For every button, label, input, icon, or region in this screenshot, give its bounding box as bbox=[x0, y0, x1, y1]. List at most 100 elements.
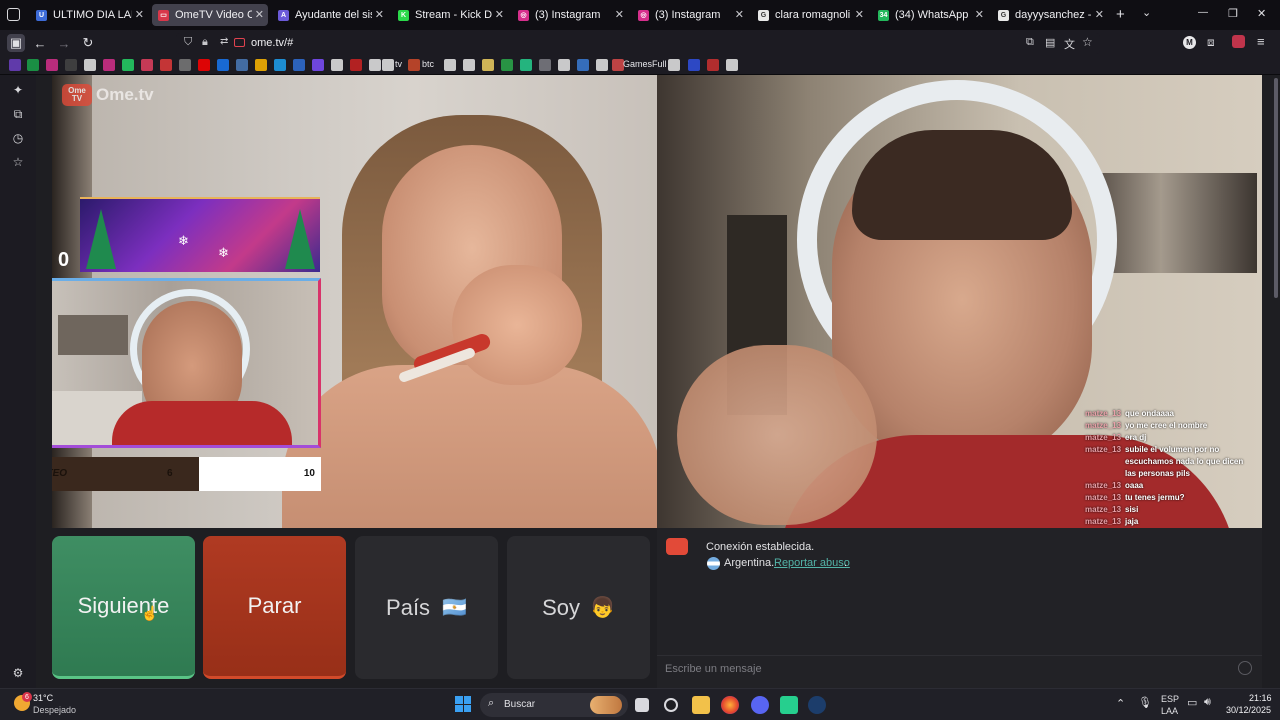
bookmark-favicon-icon[interactable] bbox=[217, 59, 229, 71]
tab-close-icon[interactable]: ✕ bbox=[735, 8, 744, 21]
reader-view-icon[interactable]: ▤ bbox=[1045, 36, 1055, 49]
browser-tab[interactable]: ▭ OmeTV Video Cha✕ bbox=[152, 4, 268, 26]
shield-icon[interactable]: ⛉ bbox=[184, 36, 192, 49]
file-explorer-icon[interactable] bbox=[692, 696, 710, 714]
back-button[interactable]: ← bbox=[31, 34, 49, 52]
bookmark-favicon-icon[interactable] bbox=[369, 59, 381, 71]
bookmark-favicon-icon[interactable] bbox=[179, 59, 191, 71]
language-laa[interactable]: LAA bbox=[1161, 706, 1178, 716]
lock-icon[interactable]: 🔒︎ bbox=[202, 36, 208, 49]
clock-time[interactable]: 21:16 bbox=[1249, 693, 1272, 703]
bookmark-star-icon[interactable]: ☆ bbox=[1082, 35, 1093, 49]
volume-icon[interactable]: 🔊︎ bbox=[1204, 696, 1211, 709]
copilot-icon[interactable] bbox=[664, 698, 678, 712]
bookmark-gamesfull[interactable]: GamesFull bbox=[623, 59, 667, 69]
bookmark-tv[interactable]: tv bbox=[395, 59, 402, 69]
account-icon[interactable] bbox=[1232, 35, 1245, 48]
camera-active-icon[interactable] bbox=[234, 38, 245, 47]
discord-icon[interactable] bbox=[751, 696, 769, 714]
bookmark-favicon-icon[interactable] bbox=[408, 59, 420, 71]
bookmark-favicon-icon[interactable] bbox=[103, 59, 115, 71]
firefox-icon[interactable] bbox=[721, 696, 739, 714]
bookmark-favicon-icon[interactable] bbox=[255, 59, 267, 71]
bookmark-favicon-icon[interactable] bbox=[312, 59, 324, 71]
tab-close-icon[interactable]: ✕ bbox=[255, 8, 264, 21]
extensions-icon[interactable]: ⧈ bbox=[1207, 35, 1215, 50]
bookmark-favicon-icon[interactable] bbox=[463, 59, 475, 71]
tab-close-icon[interactable]: ✕ bbox=[135, 8, 144, 21]
bookmark-favicon-icon[interactable] bbox=[382, 59, 394, 71]
minimize-button[interactable]: — bbox=[1198, 7, 1208, 18]
close-window-button[interactable]: ✕ bbox=[1257, 7, 1266, 20]
bookmark-favicon-icon[interactable] bbox=[501, 59, 513, 71]
browser-tab[interactable]: A Ayudante del sistema d✕ bbox=[272, 4, 388, 26]
page-scrollbar[interactable] bbox=[1274, 78, 1278, 298]
browser-tab[interactable]: Gdayyysanchez - Buscar✕ bbox=[992, 4, 1108, 26]
bookmark-favicon-icon[interactable] bbox=[520, 59, 532, 71]
bookmark-favicon-icon[interactable] bbox=[9, 59, 21, 71]
maximize-button[interactable]: ❐ bbox=[1228, 7, 1238, 20]
clock-date[interactable]: 30/12/2025 bbox=[1226, 705, 1271, 715]
bookmark-favicon-icon[interactable] bbox=[668, 59, 680, 71]
browser-tab[interactable]: ◎ (3) Instagram ✕ bbox=[512, 4, 628, 26]
url-bar[interactable]: ⛉ 🔒︎ ⇄ ome.tv/# ⧉ ▤ 文 ☆ bbox=[176, 33, 1100, 54]
weather-temp[interactable]: 31°C bbox=[33, 693, 53, 703]
permissions-icon[interactable]: ⇄ bbox=[220, 36, 228, 47]
weather-desc[interactable]: Despejado bbox=[33, 705, 76, 715]
browser-tab[interactable]: ◎ (3) Instagram ✕ bbox=[632, 4, 748, 26]
tab-close-icon[interactable]: ✕ bbox=[975, 8, 984, 21]
synced-tabs-icon[interactable]: ⧉ bbox=[10, 106, 26, 122]
bookmark-favicon-icon[interactable] bbox=[350, 59, 362, 71]
tab-overview-icon[interactable] bbox=[7, 8, 20, 21]
bookmark-favicon-icon[interactable] bbox=[27, 59, 39, 71]
gender-button[interactable]: Soy 👦 bbox=[507, 536, 650, 679]
bookmark-favicon-icon[interactable] bbox=[160, 59, 172, 71]
bookmarks-icon[interactable]: ☆ bbox=[10, 154, 26, 170]
language-esp[interactable]: ESP bbox=[1161, 694, 1179, 704]
whatsapp-icon[interactable] bbox=[780, 696, 798, 714]
bookmark-favicon-icon[interactable] bbox=[236, 59, 248, 71]
tab-close-icon[interactable]: ✕ bbox=[375, 8, 384, 21]
new-tab-button[interactable]: + bbox=[1116, 6, 1125, 23]
next-button[interactable]: Siguiente bbox=[52, 536, 195, 679]
tab-close-icon[interactable]: ✕ bbox=[495, 8, 504, 21]
bookmark-favicon-icon[interactable] bbox=[539, 59, 551, 71]
tab-close-icon[interactable]: ✕ bbox=[855, 8, 864, 21]
bookmark-favicon-icon[interactable] bbox=[726, 59, 738, 71]
sidebar-toggle-icon[interactable]: ▣ bbox=[7, 34, 25, 52]
settings-icon[interactable]: ⚙ bbox=[10, 665, 26, 681]
bookmark-favicon-icon[interactable] bbox=[482, 59, 494, 71]
taskbar-search[interactable]: ⌕ Buscar bbox=[480, 693, 628, 717]
url-text[interactable]: ome.tv/# bbox=[251, 37, 293, 49]
bookmark-favicon-icon[interactable] bbox=[274, 59, 286, 71]
bookmark-favicon-icon[interactable] bbox=[141, 59, 153, 71]
bookmark-favicon-icon[interactable] bbox=[293, 59, 305, 71]
bookmark-favicon-icon[interactable] bbox=[84, 59, 96, 71]
browser-tab[interactable]: U ULTIMO DIA LABORAL✕ bbox=[30, 4, 148, 26]
bookmark-favicon-icon[interactable] bbox=[596, 59, 608, 71]
display-icon[interactable]: ▭ bbox=[1187, 696, 1197, 709]
report-abuse-link[interactable]: Reportar abuso bbox=[774, 557, 850, 569]
translate-icon[interactable]: 文 bbox=[1064, 36, 1075, 52]
bookmark-favicon-icon[interactable] bbox=[65, 59, 77, 71]
emoji-picker-icon[interactable] bbox=[1238, 661, 1252, 675]
tray-chevron-icon[interactable]: ⌃ bbox=[1116, 697, 1125, 710]
bookmark-favicon-icon[interactable] bbox=[122, 59, 134, 71]
ai-chat-icon[interactable]: ✦ bbox=[10, 82, 26, 98]
bookmark-favicon-icon[interactable] bbox=[558, 59, 570, 71]
bookmark-favicon-icon[interactable] bbox=[688, 59, 700, 71]
microphone-icon[interactable]: 🎙︎ bbox=[1138, 696, 1152, 709]
bookmark-favicon-icon[interactable] bbox=[444, 59, 456, 71]
tab-close-icon[interactable]: ✕ bbox=[1095, 8, 1104, 21]
bookmark-favicon-icon[interactable] bbox=[577, 59, 589, 71]
windows-start-icon[interactable] bbox=[455, 696, 471, 712]
menu-icon[interactable]: ≡ bbox=[1257, 34, 1265, 49]
browser-tab[interactable]: 34 (34) WhatsApp ✕ bbox=[872, 4, 988, 26]
bookmark-favicon-icon[interactable] bbox=[707, 59, 719, 71]
history-icon[interactable]: ◷ bbox=[10, 130, 26, 146]
chat-input[interactable]: Escribe un mensaje bbox=[657, 655, 1262, 688]
country-button[interactable]: País 🇦🇷 bbox=[355, 536, 498, 679]
forward-button[interactable]: → bbox=[55, 34, 73, 52]
bookmark-btc[interactable]: btc bbox=[422, 59, 434, 69]
task-view-icon[interactable] bbox=[635, 698, 649, 712]
